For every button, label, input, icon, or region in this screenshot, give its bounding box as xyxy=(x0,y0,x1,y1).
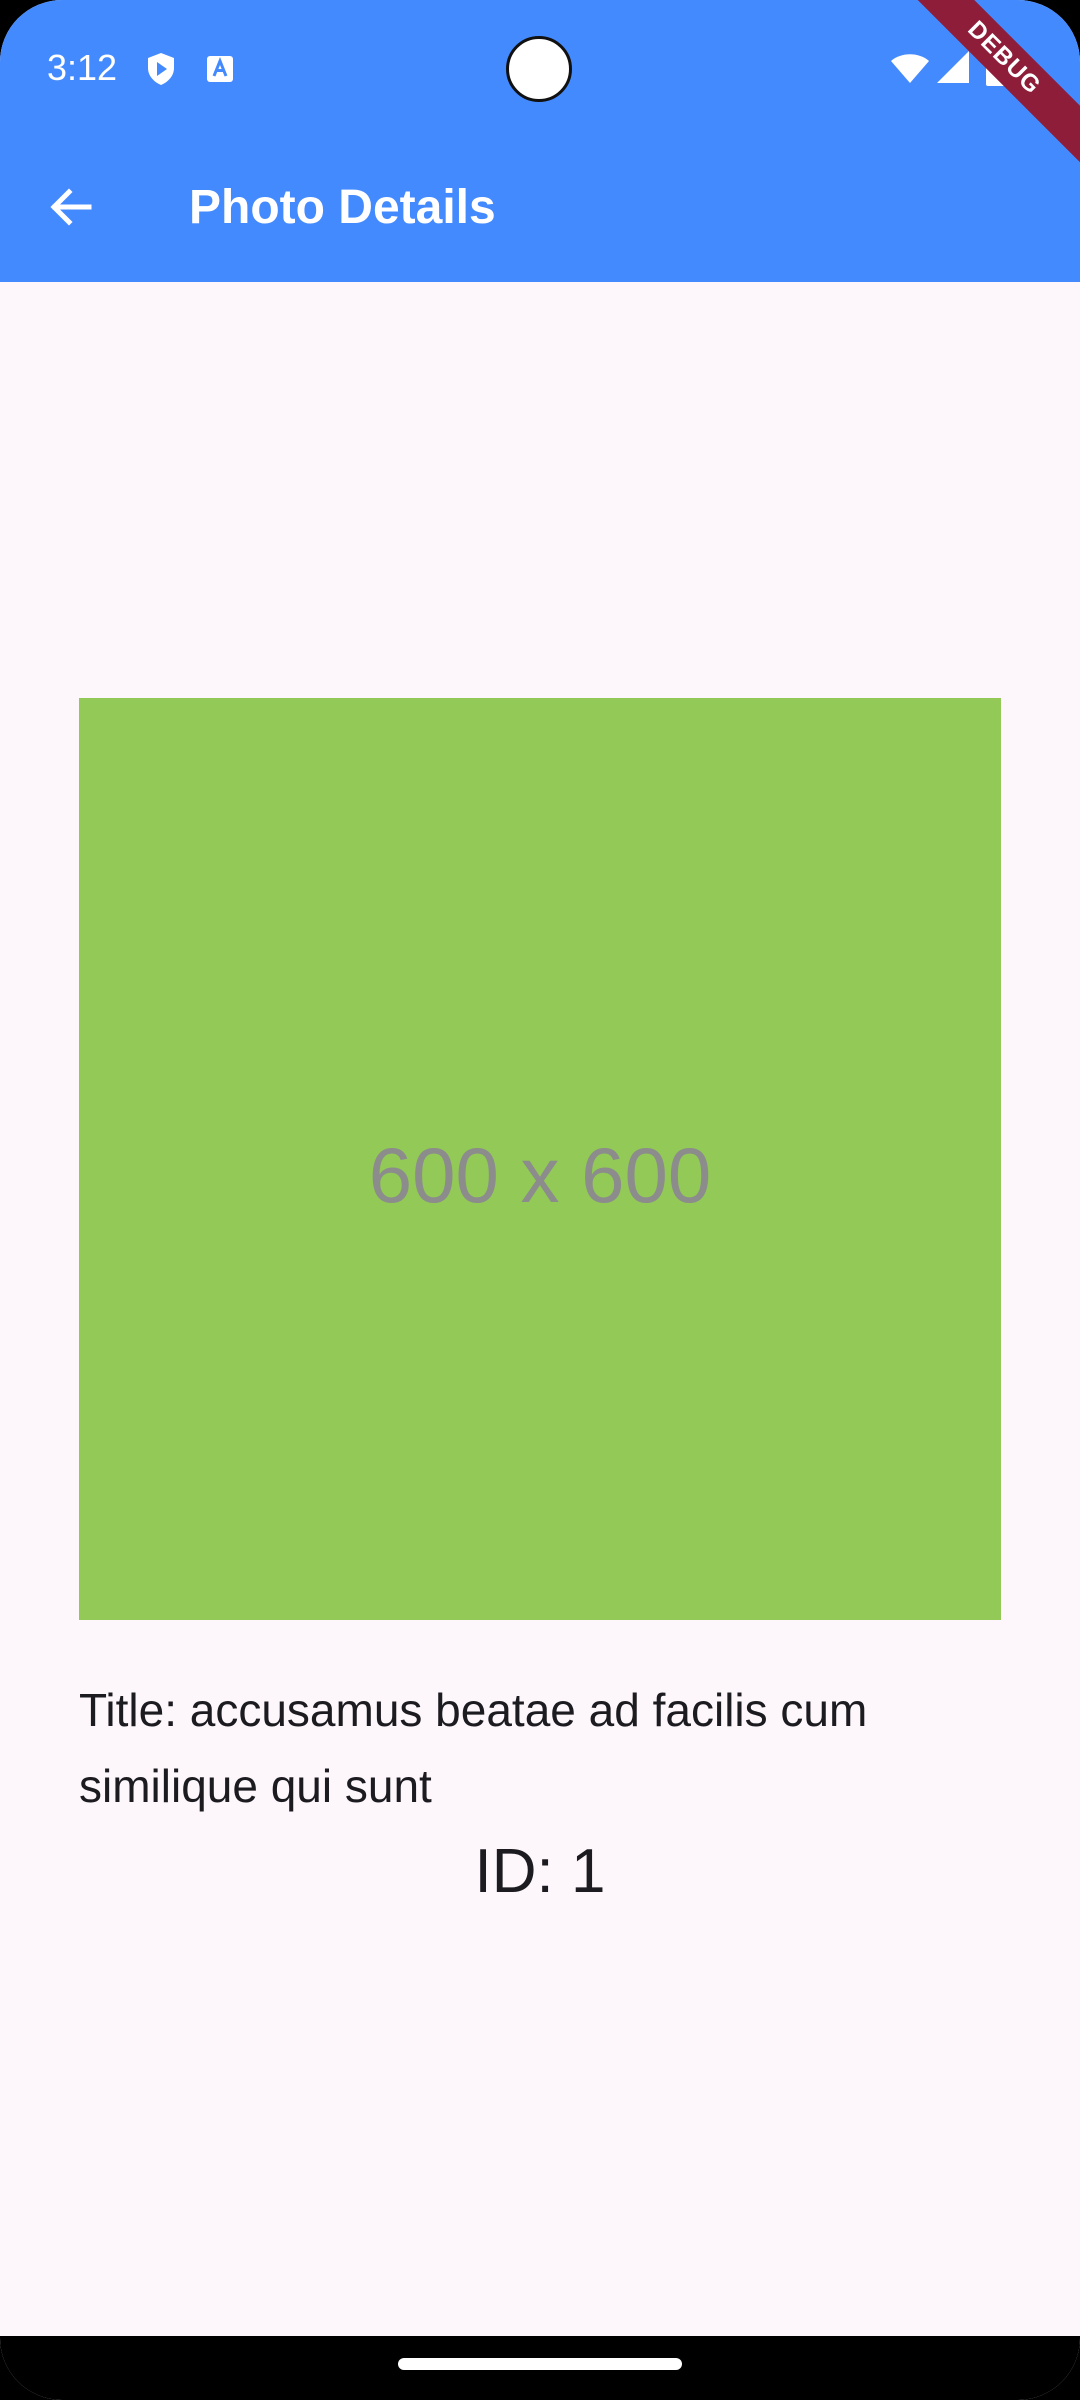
page-title: Photo Details xyxy=(189,181,496,234)
navigation-bar xyxy=(0,2336,1080,2400)
app-bar: Photo Details xyxy=(0,130,1080,282)
status-time: 3:12 xyxy=(47,47,118,88)
arrow-back-icon xyxy=(50,188,92,226)
status-bar: 3:12 xyxy=(0,0,1080,130)
photo-id: ID: 1 xyxy=(474,1837,606,1906)
play-protect-icon xyxy=(148,53,174,85)
font-notification-icon xyxy=(207,56,233,82)
home-gesture-handle[interactable] xyxy=(398,2358,682,2370)
photo-placeholder-label: 600 x 600 xyxy=(368,1130,712,1219)
back-button[interactable] xyxy=(36,172,106,242)
app-screen: 3:12 DEBUG Photo Details 600 x 600 Title… xyxy=(0,0,1080,2400)
photo-title: Title: accusamus beatae ad facilis cum s… xyxy=(79,1684,868,1812)
signal-icon xyxy=(937,51,969,83)
photo-image: 600 x 600 xyxy=(79,698,1001,1620)
camera-cutout xyxy=(506,36,572,102)
wifi-icon xyxy=(891,54,929,83)
